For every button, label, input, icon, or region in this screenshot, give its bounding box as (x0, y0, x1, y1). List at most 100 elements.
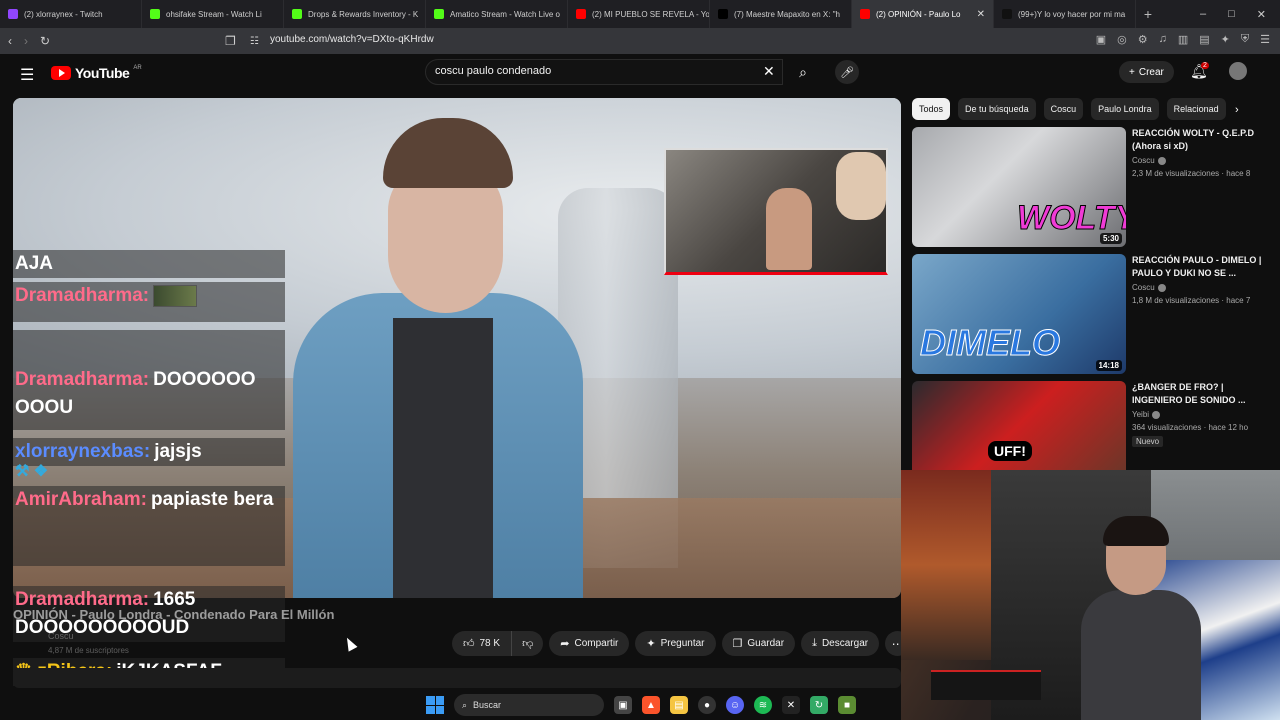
app-icon[interactable]: ↻ (810, 696, 828, 714)
close-window-icon[interactable]: ✕ (1257, 8, 1266, 21)
account-avatar[interactable] (1229, 62, 1247, 80)
close-tab-icon[interactable]: ✕ (977, 9, 985, 20)
chevron-right-icon[interactable]: › (1235, 104, 1239, 116)
video-thumbnail[interactable]: DIMELO 14:18 (912, 254, 1126, 374)
browser-tab[interactable]: ohsifake Stream - Watch Li (142, 0, 284, 28)
youtube-logo[interactable]: YouTube AR (51, 65, 142, 81)
extension-icon[interactable]: ◎ (1117, 33, 1127, 46)
recommendation-chips: Todos De tu búsqueda Coscu Paulo Londra Rela… (912, 98, 1257, 120)
chat-message: Dramadharma: DOOOOOO OOOU (13, 330, 285, 430)
sidebar-icon[interactable]: ▥ (1178, 33, 1188, 46)
recommended-channel[interactable]: Coscu (1132, 156, 1166, 165)
url-field[interactable]: youtube.com/watch?v=DXto-qKHrdw (270, 34, 434, 45)
description-box[interactable] (13, 668, 901, 688)
spotify-icon[interactable]: ≋ (754, 696, 772, 714)
maximize-icon[interactable]: □ (1228, 8, 1235, 21)
browser-tab[interactable]: Amatico Stream - Watch Live o (426, 0, 568, 28)
tab-favicon-icon (8, 9, 18, 19)
chat-username: AmirAbraham: (15, 489, 147, 510)
youtube-play-icon (51, 66, 71, 80)
windows-start-icon[interactable] (426, 696, 444, 714)
bookmark-icon[interactable]: ❐ (225, 34, 236, 48)
clear-search-icon[interactable]: ✕ (763, 63, 775, 80)
video-thumbnail[interactable]: WOLTY 5:30 (912, 127, 1126, 247)
browser-tab[interactable]: Drops & Rewards Inventory - K (284, 0, 426, 28)
back-icon[interactable]: ‹ (8, 34, 12, 48)
recommended-meta: 2,3 M de visualizaciones · hace 8 (1132, 169, 1251, 178)
like-button[interactable]: 👍︎ 78 K (452, 631, 513, 656)
hamburger-menu-icon[interactable]: ☰ (20, 65, 34, 85)
minecraft-icon[interactable]: ■ (838, 696, 856, 714)
new-badge: Nuevo (1132, 436, 1164, 447)
recommended-video-title[interactable]: REACCIÓN WOLTY - Q.E.P.D (Ahora si xD) (1132, 127, 1262, 153)
browser-tab[interactable]: (99+)Y lo voy hacer por mi ma (994, 0, 1136, 28)
tab-favicon-icon (434, 9, 444, 19)
video-actions: 👍︎ 78 K 👎︎ ➦ Compartir ✦ Preguntar ❐ Gua… (452, 631, 911, 656)
browser-tab[interactable]: (2) OPINIÓN - Paulo Lo ✕ (852, 0, 994, 28)
browser-tab[interactable]: (7) Maestre Mapaxito en X: "h (710, 0, 852, 28)
forward-icon[interactable]: › (24, 34, 28, 48)
filter-chip[interactable]: Paulo Londra (1091, 98, 1159, 120)
extension-icon[interactable]: ♫ (1159, 33, 1167, 46)
new-tab-icon[interactable]: + (1136, 6, 1160, 22)
browser-tab[interactable]: (2) xlorraynex - Twitch (0, 0, 142, 28)
recommended-channel[interactable]: Coscu (1132, 283, 1166, 292)
browser-tab[interactable]: (2) MI PUEBLO SE REVELA - Yo (568, 0, 710, 28)
dislike-button[interactable]: 👎︎ (512, 631, 544, 656)
vpn-icon[interactable]: ✦ (1221, 33, 1230, 46)
create-button[interactable]: + Crear (1119, 61, 1174, 83)
capcut-icon[interactable]: ✕ (782, 696, 800, 714)
task-view-icon[interactable]: ▣ (614, 696, 632, 714)
brave-browser-icon[interactable]: ▲ (642, 696, 660, 714)
recommended-video-title[interactable]: ¿BANGER DE FRO? | INGENIERO DE SONIDO ..… (1132, 381, 1262, 407)
chat-username: Dramadharma: (15, 285, 150, 306)
filter-chip[interactable]: Todos (912, 98, 951, 120)
download-icon: ⤓ (812, 637, 817, 649)
recommended-video-title[interactable]: REACCIÓN PAULO - DIMELO | PAULO Y DUKI N… (1132, 254, 1262, 280)
share-button[interactable]: ➦ Compartir (549, 631, 630, 656)
tab-favicon-icon (292, 9, 302, 19)
file-explorer-icon[interactable]: ▤ (670, 696, 688, 714)
browser-tab-bar: (2) xlorraynex - Twitch ohsifake Stream -… (0, 0, 1280, 28)
video-title: OPINIÓN - Paulo Londra - Condenado Para … (13, 607, 335, 622)
extensions-toolbar: ▣ ◎ ⚙ ♫ ▥ ▤ ✦ ⛨ ☰ (1096, 33, 1270, 46)
tab-title: Amatico Stream - Watch Live o (450, 9, 560, 19)
extension-icon[interactable]: ▣ (1096, 33, 1106, 46)
menu-icon[interactable]: ☰ (1260, 33, 1270, 46)
filter-chip[interactable]: Coscu (1043, 98, 1084, 120)
taskbar-search[interactable]: ⌕ Buscar (454, 694, 604, 716)
obs-icon[interactable]: ● (698, 696, 716, 714)
recommended-video[interactable]: WOLTY 5:30 REACCIÓN WOLTY - Q.E.P.D (Ahora… (912, 127, 1272, 247)
channel-name[interactable]: Coscu (48, 631, 74, 641)
search-input[interactable]: coscu paulo condenado (425, 59, 783, 85)
notification-count-badge: 2 (1201, 62, 1209, 69)
wallet-icon[interactable]: ▤ (1199, 33, 1209, 46)
filter-chip[interactable]: De tu búsqueda (958, 98, 1036, 120)
share-icon: ➦ (560, 638, 570, 650)
download-button[interactable]: ⤓ Descargar (801, 631, 880, 656)
tab-favicon-icon (150, 9, 160, 19)
verified-check-icon (1157, 156, 1166, 165)
youtube-header: ☰ YouTube AR coscu paulo condenado ✕ ⌕ 🎤… (0, 54, 1280, 94)
webcam-streamer (1081, 516, 1201, 720)
windows-taskbar: ⌕ Buscar ▣ ▲ ▤ ● ☺ ≋ ✕ ↻ ■ (420, 690, 901, 720)
tab-title: (7) Maestre Mapaxito en X: "h (734, 9, 840, 19)
ask-button[interactable]: ✦ Preguntar (635, 631, 716, 656)
shield-icon[interactable]: ⛨ (1241, 33, 1249, 46)
recommended-video[interactable]: DIMELO 14:18 REACCIÓN PAULO - DIMELO | PAU… (912, 254, 1272, 374)
thumbs-up-icon: 👍︎ (463, 638, 475, 650)
recommended-channel[interactable]: Yeibi (1132, 410, 1161, 419)
extension-icon[interactable]: ⚙ (1138, 33, 1148, 46)
minimize-icon[interactable]: – (1200, 8, 1206, 21)
filter-chip[interactable]: Relacionad (1166, 98, 1226, 120)
site-info-icon[interactable]: ☷ (250, 36, 259, 47)
search-button[interactable]: ⌕ (786, 59, 820, 85)
like-dislike-group: 👍︎ 78 K 👎︎ (452, 631, 544, 656)
save-button[interactable]: ❐ Guardar (721, 631, 796, 656)
reload-icon[interactable]: ↻ (40, 34, 50, 48)
chat-text: papiaste bera (150, 489, 274, 510)
recommended-meta: 364 visualizaciones · hace 12 ho (1132, 423, 1249, 432)
video-duration: 5:30 (1099, 233, 1122, 244)
voice-search-button[interactable]: 🎤︎ (835, 60, 859, 84)
discord-icon[interactable]: ☺ (726, 696, 744, 714)
